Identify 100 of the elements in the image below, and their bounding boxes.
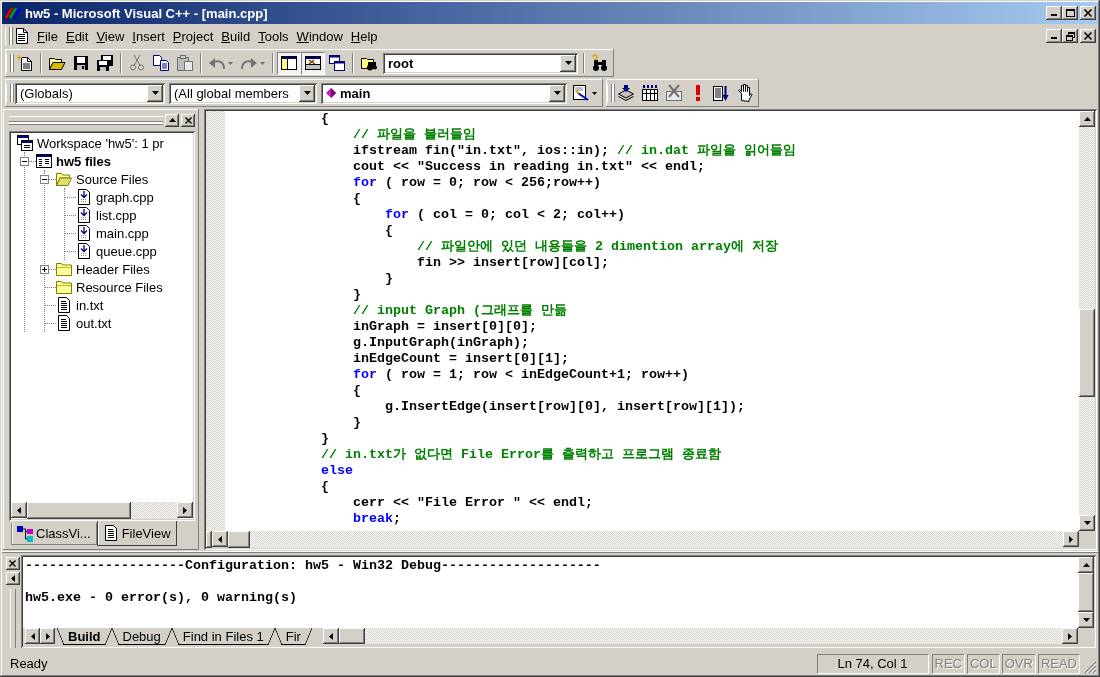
code-line: else [321, 463, 353, 479]
close-document-button[interactable] [1080, 29, 1096, 43]
stacked-windows-icon [329, 55, 345, 71]
dropdown-arrow-button[interactable] [549, 84, 565, 102]
output-tab[interactable]: Find in Files 1 [171, 628, 275, 645]
panel-tab[interactable]: FileView [96, 521, 177, 546]
close-icon [184, 116, 192, 124]
menu-item[interactable]: File [33, 26, 62, 46]
dropdown-field[interactable]: (All global members [169, 82, 317, 104]
dropdown-arrow-button[interactable] [560, 54, 576, 72]
scroll-right-button[interactable] [1062, 628, 1078, 644]
horizontal-scrollbar[interactable] [365, 628, 1062, 644]
tree-item[interactable]: list.cpp [96, 207, 137, 223]
caret-icon [592, 91, 597, 95]
scroll-thumb[interactable] [1078, 573, 1094, 612]
tree-item[interactable]: Source Files [76, 171, 149, 187]
close-pane-button[interactable] [181, 113, 195, 127]
output-tab[interactable]: Debug [111, 628, 172, 645]
scroll-up-button[interactable] [1079, 111, 1095, 127]
code-line: { [353, 191, 361, 207]
down-arrow-icon [553, 91, 561, 95]
horizontal-scrollbar[interactable] [131, 502, 177, 519]
wand-page-icon [573, 85, 589, 101]
plus-box-icon[interactable] [40, 265, 49, 274]
scroll-down-button[interactable] [1078, 612, 1094, 628]
menu-item[interactable]: Help [346, 26, 382, 46]
close-button[interactable] [1080, 6, 1096, 20]
output-tab[interactable]: Fir [274, 628, 312, 645]
scroll-thumb[interactable] [1079, 309, 1095, 397]
left-arrow-icon [329, 632, 333, 640]
scroll-left-button[interactable] [11, 502, 27, 518]
maximize-pane-button[interactable] [5, 572, 20, 585]
tree-item[interactable]: graph.cpp [96, 189, 154, 205]
menu-item[interactable]: View [92, 26, 129, 46]
lined-page-icon [102, 525, 119, 541]
scroll-thumb[interactable] [27, 502, 131, 519]
crossed-sheet-icon [666, 85, 682, 101]
close-pane-button[interactable] [5, 557, 20, 570]
tree-item[interactable]: queue.cpp [96, 243, 157, 259]
output-line: --------------------Configuration: hw5 - Win32 Debug-------------------- [25, 558, 601, 574]
workspace-toggle-button[interactable] [277, 51, 301, 75]
output-line: hw5.exe - 0 error(s), 0 warning(s) [25, 590, 297, 606]
maximize-button[interactable] [1062, 6, 1078, 20]
code-editor[interactable] [225, 111, 1079, 531]
tree-item[interactable]: hw5 files [56, 153, 111, 169]
toolbar-handle[interactable] [607, 84, 612, 102]
output-text-area[interactable]: --------------------Configuration: hw5 - Win32 Debug-------------------- hw5.exe - 0 error(s), 0 warning(s) [23, 557, 1078, 628]
maximize-pane-button[interactable] [165, 113, 179, 127]
menubar-handle[interactable] [5, 27, 10, 45]
tree-item[interactable]: in.txt [76, 297, 104, 313]
minus-box-icon[interactable] [40, 175, 49, 184]
tree-item[interactable]: Workspace 'hw5': 1 pr [37, 135, 164, 151]
window-stack-icon [17, 135, 33, 151]
menu-item[interactable]: Window [292, 26, 347, 46]
menu-item[interactable]: Insert [128, 26, 169, 46]
dropdown-field[interactable]: (Globals) [15, 82, 165, 104]
vertical-scrollbar[interactable] [1079, 127, 1095, 515]
folder-icon [56, 279, 72, 295]
minimize-button[interactable] [1046, 6, 1062, 20]
tree-item[interactable]: out.txt [76, 315, 112, 331]
up-arrow-icon [1082, 563, 1090, 567]
menu-item[interactable]: Build [217, 26, 255, 46]
dropdown-field[interactable]: main [321, 82, 567, 104]
dropdown-field[interactable]: root [383, 52, 578, 74]
restore-document-button[interactable] [1062, 29, 1078, 43]
dropdown-arrow-button[interactable] [147, 84, 163, 102]
scroll-left-button[interactable] [212, 531, 228, 547]
horizontal-scrollbar[interactable] [250, 531, 1063, 548]
code-line: fin >> insert[row][col]; [416, 255, 609, 271]
minimize-document-button[interactable] [1046, 29, 1062, 43]
scroll-thumb[interactable] [228, 531, 250, 548]
right-arrow-icon [1069, 535, 1073, 543]
menu-item[interactable]: Project [168, 26, 218, 46]
page-arrow-icon [76, 189, 92, 205]
code-line: } [353, 287, 361, 303]
tree-item[interactable]: main.cpp [96, 225, 149, 241]
scroll-up-button[interactable] [1078, 557, 1094, 573]
tree-item[interactable]: Header Files [76, 261, 150, 277]
page-arrow-icon [76, 243, 92, 259]
output-tab[interactable]: Build [57, 628, 112, 645]
previous-tab-button[interactable] [25, 628, 40, 644]
menu-item[interactable]: Edit [61, 26, 93, 46]
next-tab-button[interactable] [40, 628, 55, 644]
menu-item[interactable]: Tools [254, 26, 293, 46]
splitter-handle[interactable] [206, 531, 212, 548]
toolbar-handle[interactable] [6, 84, 11, 102]
panel-handle[interactable] [9, 589, 16, 648]
output-toggle-button[interactable] [301, 51, 325, 75]
dropdown-arrow-button[interactable] [299, 84, 315, 102]
toolbar-handle[interactable] [6, 54, 11, 72]
panel-tab[interactable]: ClassVi... [11, 523, 97, 545]
scroll-down-button[interactable] [1079, 515, 1095, 531]
scroll-left-button[interactable] [323, 628, 339, 644]
scroll-thumb[interactable] [339, 628, 365, 644]
scroll-right-button[interactable] [1063, 531, 1079, 547]
scroll-right-button[interactable] [177, 502, 193, 518]
code-line: // 파일을 불러들임 [353, 127, 476, 143]
tree-item[interactable]: Resource Files [76, 279, 163, 295]
minus-box-icon[interactable] [20, 157, 29, 166]
status-indicator: REC [931, 653, 965, 674]
